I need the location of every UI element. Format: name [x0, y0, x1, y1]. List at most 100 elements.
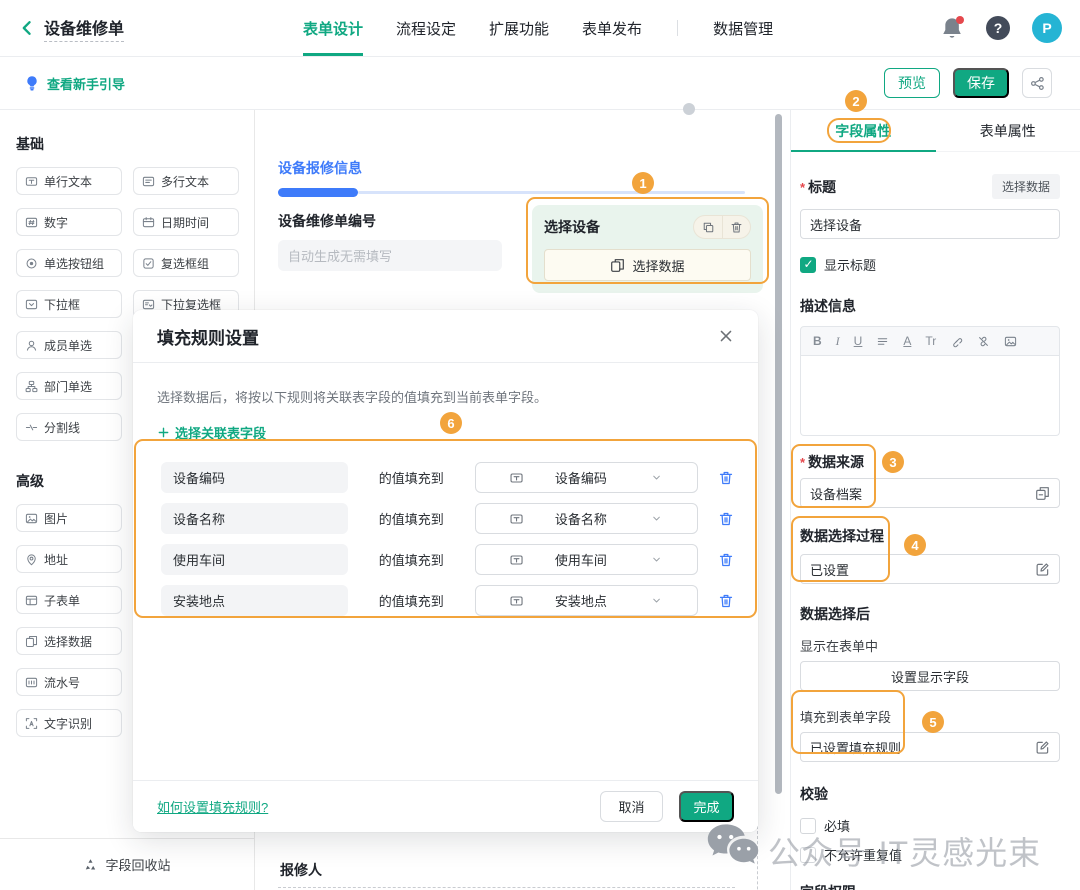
font-size-button[interactable]: Tr — [925, 334, 936, 348]
required-asterisk: * — [800, 180, 805, 195]
field-type-member-single[interactable]: 成员单选 — [16, 331, 122, 359]
field-type-image[interactable]: 图片 — [16, 504, 122, 532]
data-select-process-input[interactable]: 已设置 — [800, 554, 1060, 584]
field-type-number[interactable]: 数字 — [16, 208, 122, 236]
selected-field-select-device[interactable]: 选择设备 选择数据 — [532, 205, 763, 293]
panel-collapse-handle[interactable] — [683, 103, 695, 115]
field-type-subform[interactable]: 子表单 — [16, 586, 122, 614]
help-button[interactable]: ? — [986, 16, 1010, 40]
show-title-checkbox[interactable] — [800, 257, 816, 273]
beginner-guide-link[interactable]: 查看新手引导 — [0, 74, 125, 93]
field-type-ocr[interactable]: 文字识别 — [16, 709, 122, 737]
no-duplicate-checkbox[interactable] — [800, 847, 816, 863]
number-icon — [25, 216, 38, 229]
edit-icon[interactable] — [1035, 562, 1050, 577]
rule-source-field[interactable]: 安装地点 — [161, 585, 348, 616]
delete-rule-icon[interactable] — [718, 470, 734, 486]
delete-rule-icon[interactable] — [718, 593, 734, 609]
tab-form-publish[interactable]: 表单发布 — [582, 0, 642, 56]
align-icon[interactable] — [876, 335, 889, 348]
progress-track — [358, 191, 745, 194]
validation-label: 校验 — [800, 784, 1060, 804]
tab-field-properties[interactable]: 字段属性 — [791, 110, 936, 151]
field-type-single-line-text[interactable]: 单行文本 — [16, 167, 122, 195]
fill-rule-row: 安装地点 的值填充到 安装地点 — [161, 585, 734, 616]
done-button[interactable]: 完成 — [679, 791, 734, 822]
avatar[interactable]: P — [1032, 13, 1062, 43]
set-display-fields-button[interactable]: 设置显示字段 — [800, 661, 1060, 691]
nav-tabs: 表单设计 流程设定 扩展功能 表单发布 数据管理 — [303, 0, 773, 56]
field-type-department-single[interactable]: 部门单选 — [16, 372, 122, 400]
tab-extensions[interactable]: 扩展功能 — [489, 0, 549, 56]
field-type-checkbox-group[interactable]: 复选框组 — [133, 249, 239, 277]
select-data-button[interactable]: 选择数据 — [544, 249, 751, 281]
basic-section-header: 基础 — [16, 134, 238, 154]
delete-rule-icon[interactable] — [718, 511, 734, 527]
how-to-set-rules-link[interactable]: 如何设置填充规则? — [157, 797, 268, 816]
delete-field-button[interactable] — [722, 216, 750, 238]
field-type-serial-number[interactable]: 流水号 — [16, 668, 122, 696]
field-type-select-data[interactable]: 选择数据 — [16, 627, 122, 655]
canvas-scrollbar[interactable] — [775, 114, 782, 794]
rule-target-dropdown[interactable]: 设备编码 — [475, 462, 698, 493]
section-outline-fragment — [757, 826, 758, 890]
field-type-radio-group[interactable]: 单选按钮组 — [16, 249, 122, 277]
field-type-divider[interactable]: 分割线 — [16, 413, 122, 441]
unlink-icon[interactable] — [977, 335, 990, 348]
close-icon[interactable] — [718, 328, 734, 344]
field-action-pill — [693, 215, 751, 239]
rule-target-dropdown[interactable]: 使用车间 — [475, 544, 698, 575]
field-recycle-bin[interactable]: 字段回收站 — [0, 838, 254, 890]
delete-rule-icon[interactable] — [718, 552, 734, 568]
rule-source-field[interactable]: 设备名称 — [161, 503, 348, 534]
insert-image-icon[interactable] — [1004, 335, 1017, 348]
cancel-button[interactable]: 取消 — [600, 791, 663, 822]
tab-flow-settings[interactable]: 流程设定 — [396, 0, 456, 56]
italic-button[interactable]: I — [836, 334, 840, 349]
title-input[interactable]: 选择设备 — [800, 209, 1060, 239]
description-textarea[interactable] — [800, 356, 1060, 436]
notifications-button[interactable] — [940, 16, 964, 40]
edit-icon[interactable] — [1035, 740, 1050, 755]
copy-icon — [702, 221, 715, 234]
rule-source-field[interactable]: 设备编码 — [161, 462, 348, 493]
tab-form-design[interactable]: 表单设计 — [303, 0, 363, 56]
link-icon[interactable] — [950, 335, 963, 348]
nav-divider — [677, 20, 678, 36]
save-button[interactable]: 保存 — [953, 68, 1009, 98]
tab-data-management[interactable]: 数据管理 — [713, 0, 773, 56]
fill-rules-list: 设备编码 的值填充到 设备编码 设备名称 的值填充到 设备名称 — [157, 462, 734, 616]
chevron-down-icon — [625, 512, 688, 525]
multiselect-icon — [142, 298, 155, 311]
linked-form-icon[interactable] — [1035, 486, 1050, 501]
required-checkbox[interactable] — [800, 818, 816, 834]
field-repair-no[interactable]: 设备维修单编号 自动生成无需填写 — [278, 211, 502, 271]
data-source-input[interactable]: 设备档案 — [800, 478, 1060, 508]
recycle-icon — [83, 857, 98, 872]
rule-target-dropdown[interactable]: 设备名称 — [475, 503, 698, 534]
preview-button[interactable]: 预览 — [884, 68, 940, 98]
field-type-datetime[interactable]: 日期时间 — [133, 208, 239, 236]
rule-connector: 的值填充到 — [348, 550, 475, 569]
copy-field-button[interactable] — [694, 216, 722, 238]
form-section-title[interactable]: 设备报修信息 — [278, 158, 768, 178]
back-icon[interactable] — [18, 19, 36, 37]
rule-source-field[interactable]: 使用车间 — [161, 544, 348, 575]
bold-button[interactable]: B — [813, 334, 822, 348]
share-button[interactable] — [1022, 68, 1052, 98]
field-type-tag[interactable]: 选择数据 — [992, 174, 1060, 199]
field-type-multi-line-text[interactable]: 多行文本 — [133, 167, 239, 195]
field-type-address[interactable]: 地址 — [16, 545, 122, 573]
lightbulb-icon — [24, 75, 40, 91]
form-name-title[interactable]: 设备维修单 — [44, 15, 124, 42]
form-designer-app: 设备维修单 表单设计 流程设定 扩展功能 表单发布 数据管理 ? P 查看新手引… — [0, 0, 1080, 890]
field-outline-fragment — [278, 887, 735, 888]
underline-button[interactable]: U — [854, 334, 863, 348]
rule-target-dropdown[interactable]: 安装地点 — [475, 585, 698, 616]
rule-connector: 的值填充到 — [348, 509, 475, 528]
tab-form-properties[interactable]: 表单属性 — [936, 110, 1080, 151]
field-repair-no-input[interactable]: 自动生成无需填写 — [278, 240, 502, 271]
fill-rules-input[interactable]: 已设置填充规则 — [800, 732, 1060, 762]
field-type-select[interactable]: 下拉框 — [16, 290, 122, 318]
font-color-button[interactable]: A — [903, 334, 911, 348]
